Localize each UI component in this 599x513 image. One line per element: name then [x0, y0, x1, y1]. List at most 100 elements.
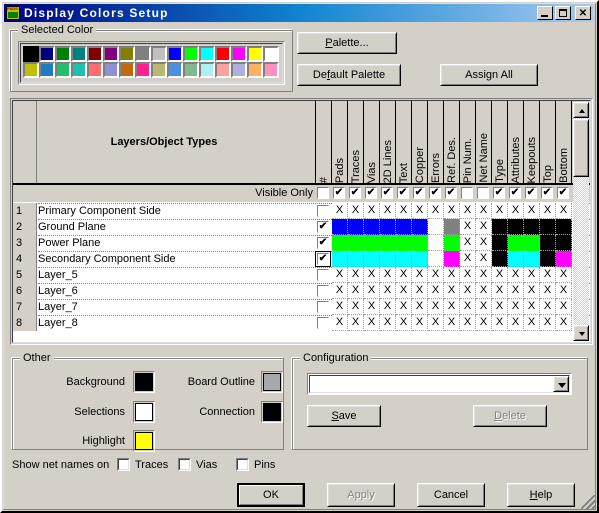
color-cell-unassigned[interactable]: X — [492, 283, 508, 299]
color-cell[interactable] — [412, 219, 428, 235]
color-cell-unassigned[interactable]: X — [412, 267, 428, 283]
color-cell-unassigned[interactable]: X — [444, 315, 460, 331]
palette-swatch[interactable] — [167, 46, 183, 62]
scroll-up-button[interactable] — [573, 102, 589, 118]
color-cell-unassigned[interactable]: X — [460, 315, 476, 331]
visible-only-checkbox[interactable]: ✔ — [349, 187, 361, 199]
color-cell-unassigned[interactable]: X — [428, 315, 444, 331]
color-cell[interactable] — [444, 235, 460, 251]
color-cell-unassigned[interactable]: X — [508, 267, 524, 283]
palette-button[interactable]: Palette... — [297, 32, 397, 54]
color-cell-unassigned[interactable]: X — [412, 283, 428, 299]
color-cell[interactable] — [380, 235, 396, 251]
palette-swatch[interactable] — [231, 62, 247, 78]
layer-enable-checkbox[interactable]: ✔ — [315, 251, 331, 267]
color-cell-unassigned[interactable]: X — [476, 267, 492, 283]
column-header-traces[interactable]: Traces — [348, 101, 364, 183]
color-cell-unassigned[interactable]: X — [348, 299, 364, 315]
color-cell-unassigned[interactable]: X — [364, 203, 380, 219]
color-cell-unassigned[interactable]: X — [348, 267, 364, 283]
layer-name[interactable]: Layer_7 — [38, 299, 78, 315]
color-cell-unassigned[interactable]: X — [332, 203, 348, 219]
color-cell-unassigned[interactable]: X — [460, 203, 476, 219]
palette-swatch[interactable] — [71, 62, 87, 78]
visible-only-checkbox[interactable] — [477, 187, 489, 199]
visible-only-checkbox[interactable]: ✔ — [493, 187, 505, 199]
visible-only-checkbox[interactable]: ✔ — [541, 187, 553, 199]
color-cell[interactable] — [492, 235, 508, 251]
window-resize-grip[interactable] — [581, 495, 595, 509]
color-cell[interactable] — [412, 251, 428, 267]
color-cell[interactable] — [332, 219, 348, 235]
apply-button[interactable]: Apply — [327, 483, 395, 507]
selections-color-button[interactable] — [133, 401, 155, 423]
column-header-attributes[interactable]: Attributes — [508, 101, 524, 183]
color-cell-unassigned[interactable]: X — [380, 299, 396, 315]
delete-config-button[interactable]: Delete — [473, 405, 547, 427]
color-cell-unassigned[interactable]: X — [476, 235, 492, 251]
color-cell-unassigned[interactable]: X — [476, 315, 492, 331]
color-cell-unassigned[interactable]: X — [556, 283, 572, 299]
color-cell[interactable] — [556, 251, 572, 267]
default-palette-button[interactable]: Default Palette — [297, 64, 401, 86]
scroll-down-button[interactable] — [573, 325, 589, 341]
color-cell-unassigned[interactable]: X — [444, 267, 460, 283]
color-cell-unassigned[interactable]: X — [380, 283, 396, 299]
visible-only-checkbox[interactable]: ✔ — [413, 187, 425, 199]
configuration-combobox[interactable] — [307, 373, 572, 395]
layer-name[interactable]: Layer_6 — [38, 283, 78, 299]
color-cell-unassigned[interactable]: X — [492, 267, 508, 283]
color-cell-unassigned[interactable]: X — [332, 283, 348, 299]
palette-swatch[interactable] — [167, 62, 183, 78]
layer-enable-checkbox[interactable]: ✔ — [317, 221, 329, 233]
column-header-errors[interactable]: Errors — [428, 101, 444, 183]
layer-enable-checkbox[interactable] — [317, 317, 329, 329]
color-cell-unassigned[interactable]: X — [540, 203, 556, 219]
column-header-vias[interactable]: Vias — [364, 101, 380, 183]
layer-enable-checkbox[interactable] — [317, 301, 329, 313]
color-cell-unassigned[interactable]: X — [348, 315, 364, 331]
column-header-text[interactable]: Text — [396, 101, 412, 183]
color-cell[interactable] — [348, 235, 364, 251]
close-button[interactable]: ✕ — [575, 6, 591, 20]
color-cell[interactable] — [380, 219, 396, 235]
palette-swatch[interactable] — [39, 46, 55, 62]
background-color-button[interactable] — [133, 371, 155, 393]
color-cell-unassigned[interactable]: X — [364, 299, 380, 315]
color-cell-unassigned[interactable]: X — [348, 283, 364, 299]
visible-only-checkbox[interactable]: ✔ — [333, 187, 345, 199]
palette-swatch[interactable] — [55, 62, 71, 78]
color-cell-unassigned[interactable]: X — [460, 283, 476, 299]
palette-swatch[interactable] — [119, 62, 135, 78]
color-cell-unassigned[interactable]: X — [556, 299, 572, 315]
color-cell-unassigned[interactable]: X — [460, 267, 476, 283]
color-cell[interactable] — [492, 251, 508, 267]
color-cell-unassigned[interactable]: X — [460, 235, 476, 251]
palette-swatch[interactable] — [23, 62, 39, 78]
color-cell-unassigned[interactable]: X — [428, 299, 444, 315]
color-cell-unassigned[interactable]: X — [540, 299, 556, 315]
color-cell-unassigned[interactable]: X — [508, 283, 524, 299]
palette-swatch[interactable] — [247, 46, 263, 62]
color-cell[interactable] — [332, 251, 348, 267]
color-cell-unassigned[interactable]: X — [396, 315, 412, 331]
layer-name[interactable]: Power Plane — [38, 235, 100, 251]
layer-name[interactable]: Primary Component Side — [38, 203, 161, 219]
color-cell-unassigned[interactable]: X — [364, 315, 380, 331]
color-cell-unassigned[interactable]: X — [556, 315, 572, 331]
color-cell-unassigned[interactable]: X — [476, 219, 492, 235]
color-cell-unassigned[interactable]: X — [444, 203, 460, 219]
palette-swatch[interactable] — [215, 46, 231, 62]
color-cell[interactable] — [428, 235, 444, 251]
color-cell-unassigned[interactable]: X — [428, 203, 444, 219]
palette-swatch[interactable] — [71, 46, 87, 62]
color-cell-unassigned[interactable]: X — [460, 219, 476, 235]
color-cell[interactable] — [540, 219, 556, 235]
color-cell[interactable] — [556, 235, 572, 251]
color-cell-unassigned[interactable]: X — [396, 203, 412, 219]
column-header-top[interactable]: Top — [540, 101, 556, 183]
palette-swatch[interactable] — [39, 62, 55, 78]
color-cell-unassigned[interactable]: X — [476, 283, 492, 299]
scrollbar-thumb[interactable] — [573, 119, 589, 177]
visible-only-checkbox[interactable]: ✔ — [397, 187, 409, 199]
